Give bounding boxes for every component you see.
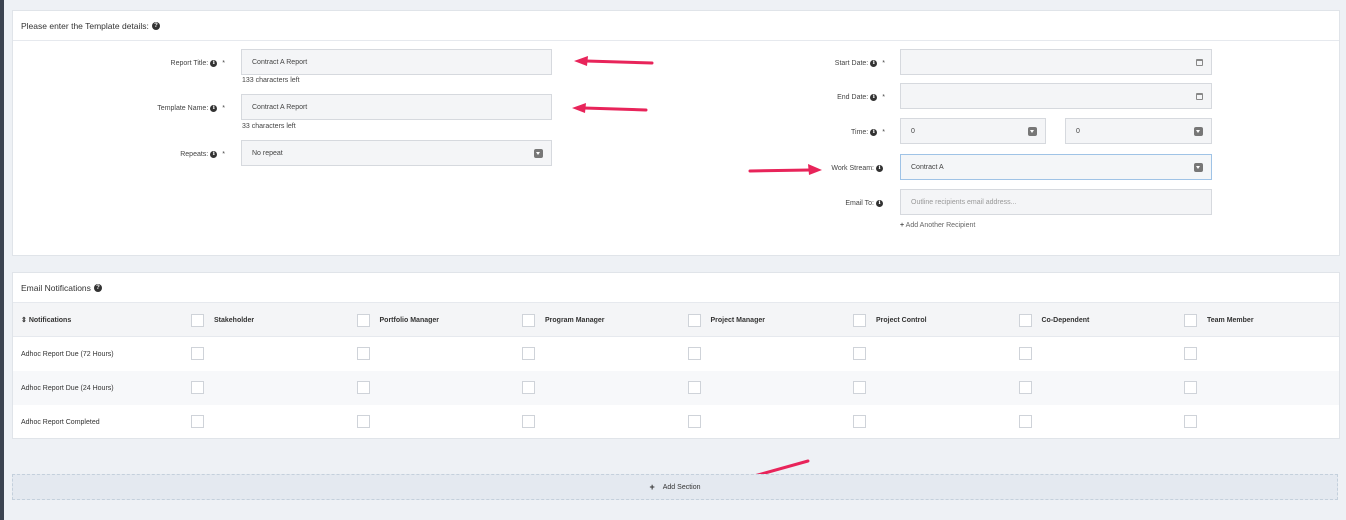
- notification-checkbox[interactable]: [191, 347, 204, 360]
- caret-down-icon: [1028, 127, 1037, 136]
- end-date-label: End Date: i *: [837, 93, 885, 101]
- email-to-label: Email To: i: [740, 190, 885, 216]
- end-date-input[interactable]: [900, 83, 1212, 109]
- row-label: Adhoc Report Due (72 Hours): [21, 350, 114, 358]
- template-name-label: Template Name: i *: [157, 104, 225, 112]
- template-details-header: Please enter the Template details: ?: [13, 11, 1339, 41]
- select-all-checkbox[interactable]: [522, 314, 535, 327]
- role-column-stakeholder: Stakeholder: [191, 314, 254, 327]
- arrow-annotation: [574, 56, 654, 66]
- start-date-input[interactable]: [900, 49, 1212, 75]
- notification-checkbox[interactable]: [853, 347, 866, 360]
- select-all-checkbox[interactable]: [191, 314, 204, 327]
- role-column-team-member: Team Member: [1184, 314, 1254, 327]
- repeats-label: Repeats: i *: [180, 150, 225, 158]
- template-name-char-count: 33 characters left: [242, 123, 296, 130]
- role-column-label: Co-Dependent: [1041, 317, 1090, 324]
- info-icon[interactable]: i: [876, 164, 883, 172]
- work-stream-select[interactable]: Contract A: [900, 154, 1212, 180]
- repeats-select[interactable]: No repeat: [241, 140, 552, 166]
- info-icon[interactable]: i: [210, 104, 218, 112]
- email-notifications-card: Email Notifications ? ⇕ Notifications Ad…: [12, 272, 1340, 439]
- notification-checkbox[interactable]: [687, 347, 701, 360]
- plus-icon: +: [649, 482, 655, 492]
- info-icon[interactable]: i: [210, 150, 218, 158]
- info-icon[interactable]: i: [876, 199, 883, 207]
- info-icon[interactable]: i: [870, 93, 878, 101]
- role-column-portfolio-manager: Portfolio Manager: [356, 314, 440, 327]
- select-all-checkbox[interactable]: [687, 314, 701, 327]
- start-date-label: Start Date: i *: [834, 59, 885, 67]
- select-all-checkbox[interactable]: [1018, 314, 1032, 327]
- notification-checkbox[interactable]: [522, 415, 535, 428]
- role-column-label: Team Member: [1207, 317, 1254, 324]
- notification-checkbox[interactable]: [687, 415, 701, 428]
- role-column-label: Project Manager: [710, 317, 765, 324]
- table-row: Adhoc Report Due (72 Hours): [13, 337, 1339, 371]
- notification-checkbox[interactable]: [1018, 381, 1032, 394]
- notification-checkbox[interactable]: [191, 415, 204, 428]
- arrow-annotation: [572, 103, 648, 113]
- role-column-project-manager: Project Manager: [687, 314, 765, 327]
- table-row: Adhoc Report Due (24 Hours): [13, 371, 1339, 405]
- notification-checkbox[interactable]: [687, 381, 701, 394]
- notification-checkbox[interactable]: [853, 381, 866, 394]
- notification-checkbox[interactable]: [1184, 415, 1197, 428]
- sort-icon: ⇕: [21, 316, 27, 324]
- caret-down-icon: [534, 149, 543, 158]
- report-title-label: Report Title: i *: [170, 59, 225, 67]
- template-name-input[interactable]: Contract A Report: [241, 94, 552, 120]
- select-all-checkbox[interactable]: [853, 314, 866, 327]
- question-circle-icon[interactable]: ?: [93, 283, 102, 292]
- notification-checkbox[interactable]: [1184, 347, 1197, 360]
- role-column-program-manager: Program Manager: [522, 314, 605, 327]
- caret-down-icon: [1194, 163, 1203, 172]
- row-label: Adhoc Report Due (24 Hours): [21, 384, 114, 392]
- notification-checkbox[interactable]: [1184, 381, 1197, 394]
- time-minutes-select[interactable]: 0: [1065, 118, 1212, 144]
- role-column-label: Program Manager: [545, 317, 605, 324]
- calendar-icon[interactable]: [1196, 59, 1203, 66]
- email-to-input[interactable]: Outline recipients email address...: [900, 189, 1212, 215]
- notification-checkbox[interactable]: [522, 347, 535, 360]
- caret-down-icon: [1194, 127, 1203, 136]
- time-hours-select[interactable]: 0: [900, 118, 1046, 144]
- calendar-icon[interactable]: [1196, 93, 1203, 100]
- role-column-label: Project Control: [876, 317, 927, 324]
- email-notifications-title: Email Notifications: [21, 282, 91, 293]
- notification-checkbox[interactable]: [356, 381, 370, 394]
- select-all-checkbox[interactable]: [1184, 314, 1197, 327]
- time-label: Time: i *: [851, 128, 885, 136]
- add-recipient-link[interactable]: + Add Another Recipient: [900, 222, 975, 229]
- role-column-label: Stakeholder: [214, 317, 255, 324]
- info-icon[interactable]: i: [870, 128, 878, 136]
- info-icon[interactable]: i: [870, 59, 878, 67]
- row-label: Adhoc Report Completed: [21, 418, 100, 426]
- report-title-input[interactable]: Contract A Report: [241, 49, 552, 75]
- notification-checkbox[interactable]: [853, 415, 866, 428]
- left-edge-bar: [0, 0, 4, 520]
- info-icon[interactable]: i: [210, 59, 218, 67]
- role-column-label: Portfolio Manager: [379, 317, 440, 324]
- add-section-button[interactable]: + Add Section: [12, 474, 1338, 500]
- notification-checkbox[interactable]: [522, 381, 535, 394]
- notification-checkbox[interactable]: [191, 381, 204, 394]
- notifications-column-header[interactable]: ⇕ Notifications: [21, 316, 71, 324]
- role-column-project-control: Project Control: [853, 314, 927, 327]
- template-details-title: Please enter the Template details:: [21, 20, 149, 31]
- question-circle-icon[interactable]: ?: [151, 21, 160, 30]
- notification-checkbox[interactable]: [1018, 415, 1032, 428]
- arrow-annotation: [748, 164, 822, 175]
- email-notifications-header: Email Notifications ?: [13, 273, 1339, 303]
- table-row: Adhoc Report Completed: [13, 405, 1339, 439]
- select-all-checkbox[interactable]: [356, 314, 370, 327]
- notification-checkbox[interactable]: [356, 415, 370, 428]
- notification-checkbox[interactable]: [356, 347, 370, 360]
- role-column-co-dependent: Co-Dependent: [1018, 314, 1090, 327]
- report-title-char-count: 133 characters left: [242, 77, 300, 84]
- notification-checkbox[interactable]: [1018, 347, 1032, 360]
- plus-icon: +: [900, 222, 905, 229]
